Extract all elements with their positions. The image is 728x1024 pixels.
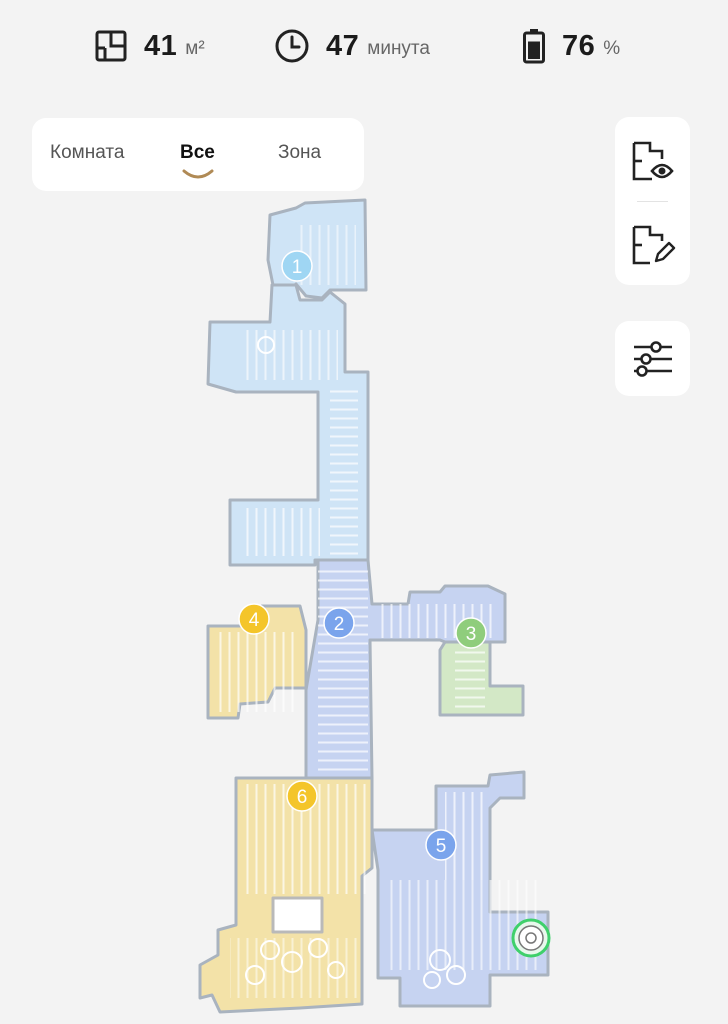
room-badge-3[interactable]: 3 bbox=[455, 617, 487, 649]
room-badge-6[interactable]: 6 bbox=[286, 780, 318, 812]
active-tab-indicator bbox=[182, 169, 214, 179]
map-edit-icon bbox=[632, 225, 675, 265]
room-badge-2-label: 2 bbox=[334, 614, 345, 635]
map-tools-card bbox=[615, 117, 690, 285]
map-edit-button[interactable] bbox=[615, 215, 690, 275]
room-badge-5[interactable]: 5 bbox=[425, 829, 457, 861]
tab-all[interactable]: Все bbox=[180, 142, 215, 164]
room-badge-4[interactable]: 4 bbox=[238, 603, 270, 635]
room-badge-1[interactable]: 1 bbox=[281, 250, 313, 282]
obstacle-block bbox=[271, 896, 324, 934]
robot-vacuum-icon[interactable] bbox=[511, 918, 551, 958]
settings-sliders-icon bbox=[633, 340, 672, 377]
map-mode-tabs: Комната Все Зона bbox=[32, 118, 364, 191]
room-badge-5-label: 5 bbox=[436, 836, 447, 857]
map-view-button[interactable] bbox=[615, 131, 690, 191]
room-badge-2[interactable]: 2 bbox=[323, 607, 355, 639]
map-view-icon bbox=[632, 141, 674, 181]
map-settings-button[interactable] bbox=[615, 321, 690, 396]
room-badge-3-label: 3 bbox=[466, 624, 477, 645]
tab-room[interactable]: Комната bbox=[50, 142, 124, 164]
map-settings-card bbox=[615, 321, 690, 396]
room-badge-6-label: 6 bbox=[297, 787, 308, 808]
divider bbox=[637, 201, 668, 202]
room-badge-4-label: 4 bbox=[249, 610, 260, 631]
room-badge-1-label: 1 bbox=[292, 257, 303, 278]
tab-zone[interactable]: Зона bbox=[278, 142, 321, 164]
